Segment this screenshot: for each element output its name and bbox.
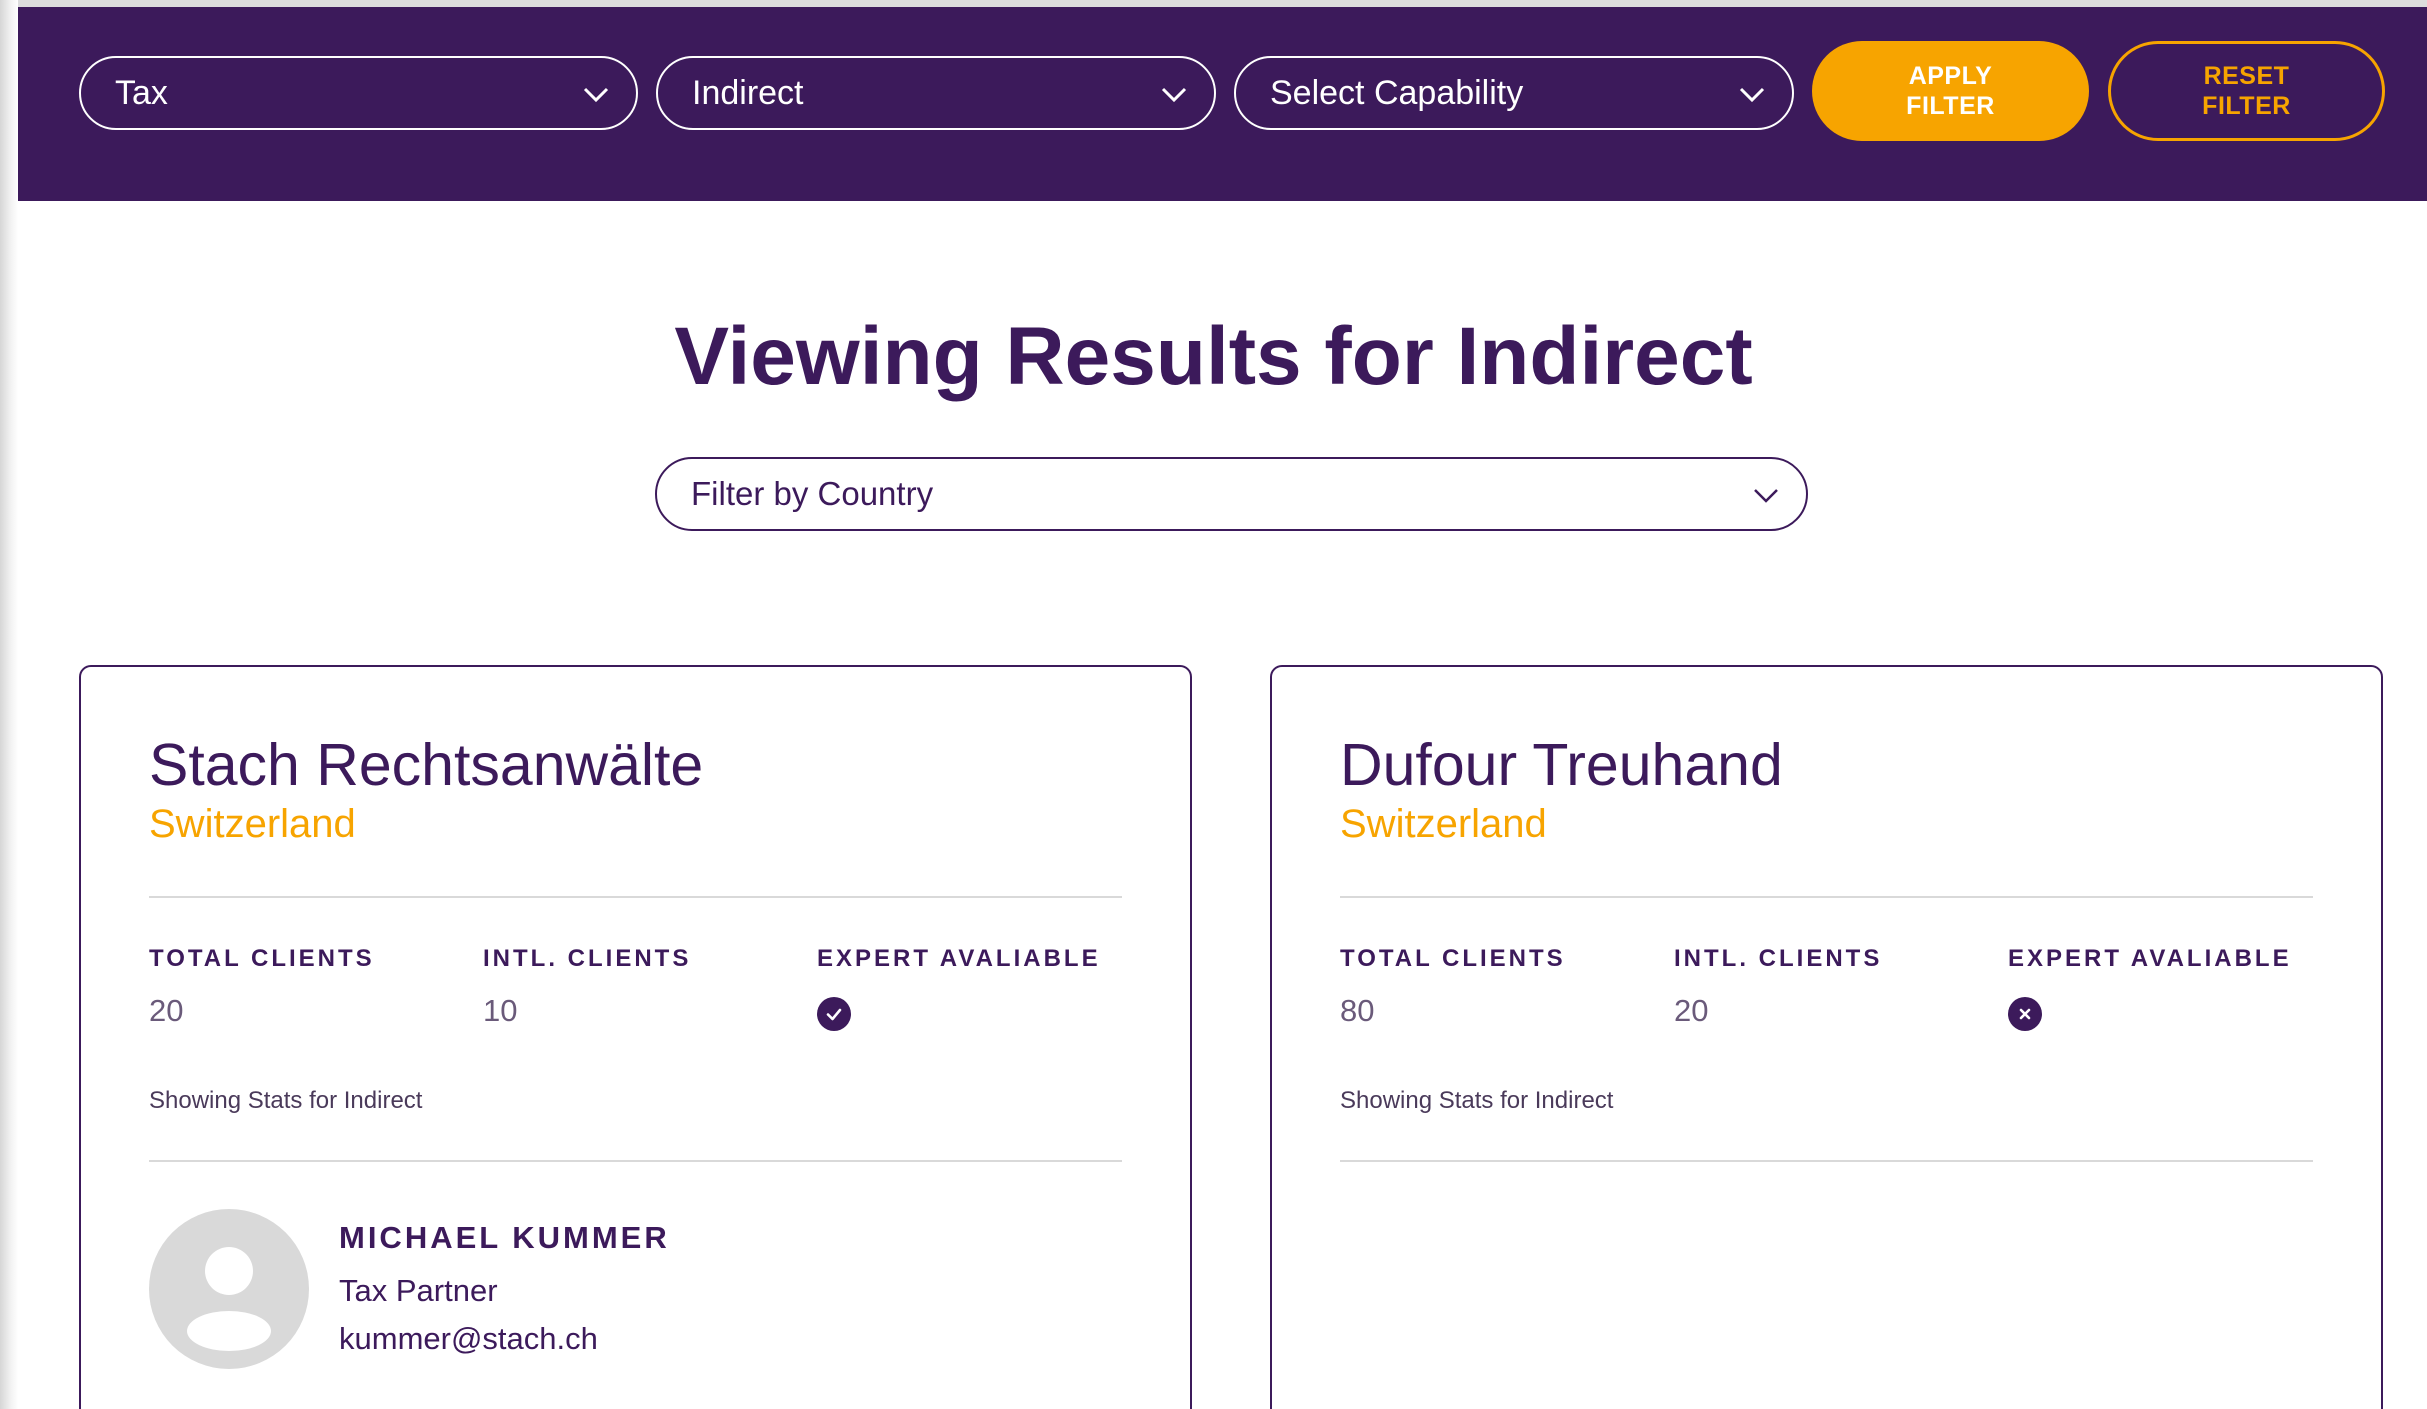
country-filter-value: Filter by Country <box>691 475 934 512</box>
divider <box>149 1160 1122 1162</box>
sub-service-select-value: Indirect <box>692 73 804 112</box>
contact-name: MICHAEL KUMMER <box>339 1220 670 1255</box>
total-clients-label: TOTAL CLIENTS <box>149 945 375 972</box>
divider <box>149 896 1122 898</box>
divider <box>1340 896 2313 898</box>
firm-country: Switzerland <box>149 802 356 846</box>
stats-note: Showing Stats for Indirect <box>1340 1087 1614 1114</box>
firm-name: Dufour Treuhand <box>1340 732 1783 798</box>
person-icon <box>187 1247 271 1351</box>
chevron-down-icon <box>1161 87 1187 103</box>
firm-card: Dufour Treuhand Switzerland TOTAL CLIENT… <box>1270 665 2383 1409</box>
avatar <box>149 1209 309 1369</box>
firm-country: Switzerland <box>1340 802 1547 846</box>
page: Tax Indirect Select Capability APPLY FIL… <box>0 0 2427 1409</box>
divider <box>1340 1160 2313 1162</box>
sub-service-select[interactable]: Indirect <box>656 56 1216 130</box>
stats-note: Showing Stats for Indirect <box>149 1087 423 1114</box>
service-select-value: Tax <box>115 73 168 112</box>
contact-email-link[interactable]: kummer@stach.ch <box>339 1321 598 1357</box>
capability-select-value: Select Capability <box>1270 73 1524 112</box>
intl-clients-value: 10 <box>483 993 518 1028</box>
total-clients-label: TOTAL CLIENTS <box>1340 945 1566 972</box>
window-top-edge <box>0 0 2427 7</box>
intl-clients-label: INTL. CLIENTS <box>483 945 692 972</box>
chevron-down-icon <box>1754 489 1778 503</box>
country-filter-select[interactable]: Filter by Country <box>655 457 1808 531</box>
expert-available-label: EXPERT AVALIABLE <box>817 945 1101 972</box>
firm-card: Stach Rechtsanwälte Switzerland TOTAL CL… <box>79 665 1192 1409</box>
x-icon <box>2008 997 2042 1031</box>
service-select[interactable]: Tax <box>79 56 638 130</box>
apply-filter-button[interactable]: APPLY FILTER <box>1812 41 2089 141</box>
contact-role: Tax Partner <box>339 1273 498 1308</box>
intl-clients-value: 20 <box>1674 993 1709 1028</box>
check-icon <box>817 997 851 1031</box>
chevron-down-icon <box>583 87 609 103</box>
total-clients-value: 20 <box>149 993 184 1028</box>
intl-clients-label: INTL. CLIENTS <box>1674 945 1883 972</box>
firm-name: Stach Rechtsanwälte <box>149 732 704 798</box>
reset-filter-button[interactable]: RESET FILTER <box>2108 41 2385 141</box>
filter-bar: Tax Indirect Select Capability APPLY FIL… <box>18 7 2427 201</box>
expert-available-label: EXPERT AVALIABLE <box>2008 945 2292 972</box>
capability-select[interactable]: Select Capability <box>1234 56 1794 130</box>
total-clients-value: 80 <box>1340 993 1375 1028</box>
page-title: Viewing Results for Indirect <box>674 311 1753 402</box>
window-left-edge <box>0 0 18 1409</box>
chevron-down-icon <box>1739 87 1765 103</box>
